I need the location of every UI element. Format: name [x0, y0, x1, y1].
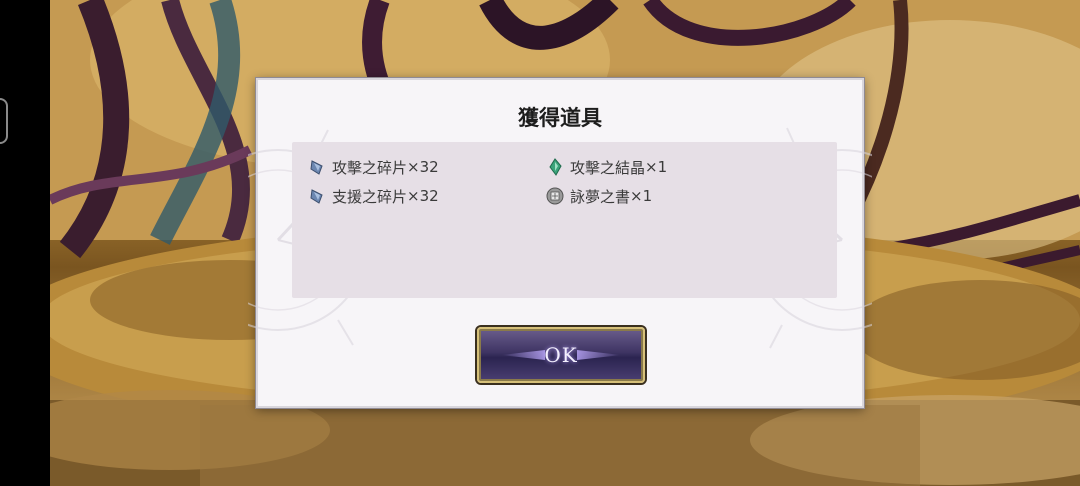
item-name: 詠夢之書 — [570, 187, 631, 206]
attack-shard-icon — [308, 158, 326, 176]
reward-item: 詠夢之書 ×1 — [546, 185, 652, 207]
support-shard-icon — [308, 187, 326, 205]
dialog-title: 獲得道具 — [518, 105, 602, 130]
reward-item: 支援之碎片 ×32 — [308, 185, 439, 207]
item-name: 支援之碎片 — [332, 187, 408, 206]
ok-right-ornament — [577, 350, 621, 360]
reward-item: 攻擊之碎片 ×32 — [308, 156, 439, 178]
left-black-bar — [0, 0, 50, 486]
item-quantity: ×32 — [407, 158, 439, 176]
side-handle[interactable] — [0, 98, 8, 144]
ok-button[interactable]: OK — [477, 327, 645, 383]
item-quantity: ×1 — [630, 187, 653, 205]
item-name: 攻擊之結晶 — [570, 158, 646, 177]
item-quantity: ×1 — [645, 158, 668, 176]
item-name: 攻擊之碎片 — [332, 158, 408, 177]
dream-book-icon — [546, 187, 564, 205]
reward-items-panel: 攻擊之碎片 ×32 攻擊之結晶 ×1 支援之碎片 ×32 詠夢之書 ×1 — [292, 142, 837, 298]
ok-left-ornament — [501, 350, 545, 360]
reward-item: 攻擊之結晶 ×1 — [546, 156, 667, 178]
item-quantity: ×32 — [407, 187, 439, 205]
item-reward-dialog: 獲得道具 攻擊之碎片 ×32 攻擊之結晶 ×1 支援之碎片 ×32 詠夢之書 ×… — [248, 78, 872, 408]
ok-button-label: OK — [544, 343, 578, 367]
attack-crystal-icon — [546, 158, 564, 176]
